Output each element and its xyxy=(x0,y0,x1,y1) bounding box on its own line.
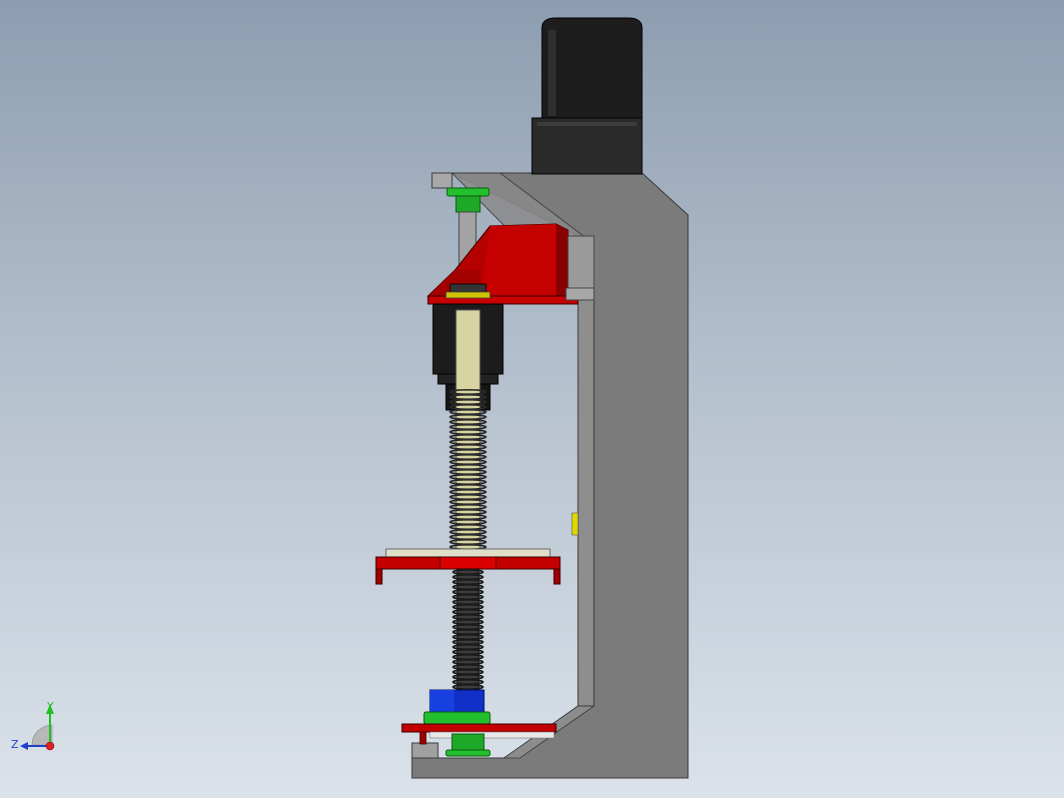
coordinate-triad: Y Z xyxy=(11,700,55,751)
bottom-bearing-upper[interactable] xyxy=(423,711,491,725)
graphics-viewport[interactable]: Y Z xyxy=(0,0,1064,798)
motor[interactable] xyxy=(531,17,643,175)
bottom-bearing[interactable] xyxy=(445,733,491,757)
cad-model-view[interactable]: Y Z xyxy=(0,0,1064,798)
upper-spring[interactable] xyxy=(449,388,487,550)
z-axis-label: Z xyxy=(11,738,19,751)
yellow-indicator xyxy=(571,512,579,536)
y-axis-label: Y xyxy=(46,700,54,713)
x-axis-dot xyxy=(45,741,55,751)
blue-block[interactable] xyxy=(429,689,485,713)
